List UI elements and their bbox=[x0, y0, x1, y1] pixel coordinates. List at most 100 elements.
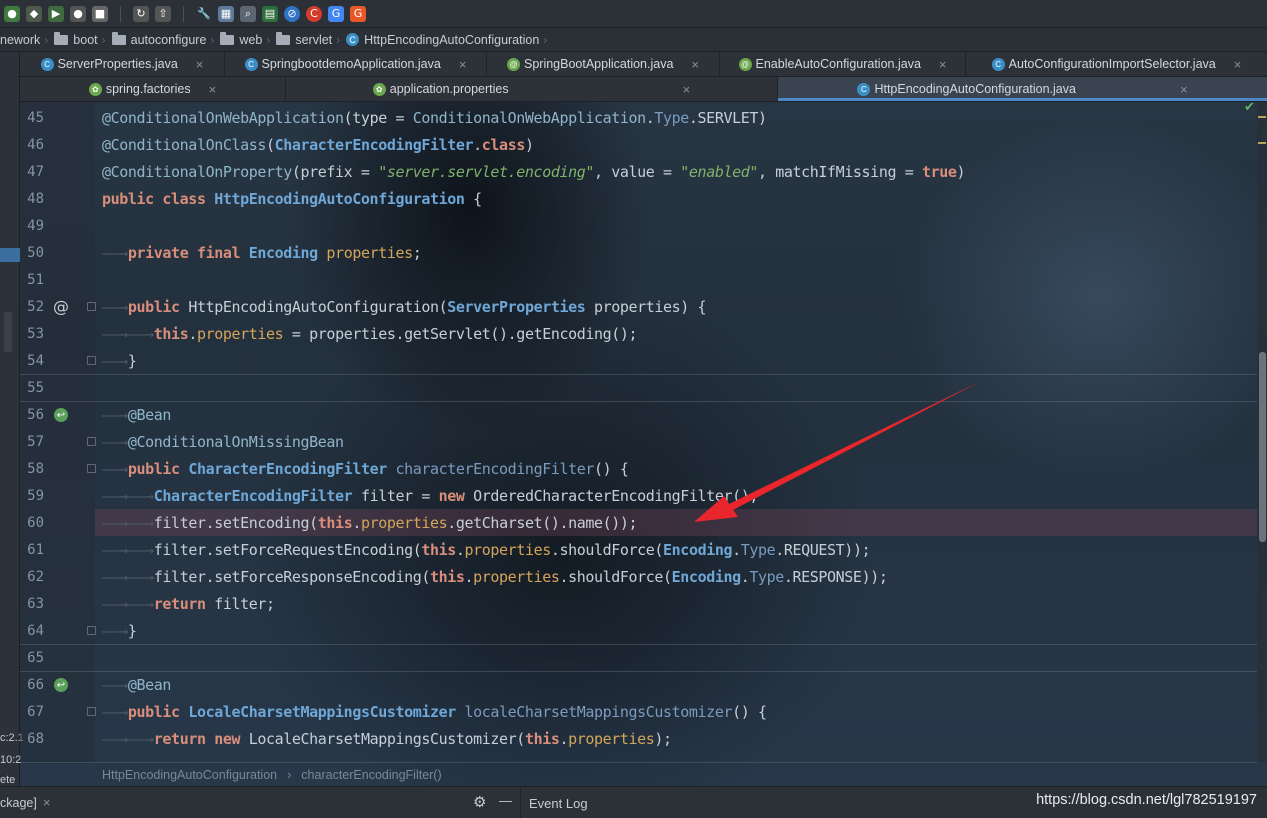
line-number: 68 bbox=[27, 730, 44, 747]
commit-icon[interactable]: ⇧ bbox=[155, 5, 171, 22]
line-number: 46 bbox=[27, 136, 44, 153]
debug-icon[interactable]: ◆ bbox=[26, 5, 42, 22]
tab-http-encoding-auto-configuration[interactable]: C HttpEncodingAutoConfiguration.java × bbox=[778, 77, 1267, 101]
editor-tabs-row-1: C ServerProperties.java × C Springbootde… bbox=[20, 52, 1267, 77]
editor-breadcrumb-class[interactable]: HttpEncodingAutoConfiguration bbox=[102, 768, 277, 782]
fold-marker[interactable] bbox=[87, 437, 96, 446]
line-number: 60 bbox=[27, 514, 44, 531]
profile-icon[interactable]: ● bbox=[70, 5, 86, 22]
breadcrumb-item[interactable]: nework bbox=[0, 33, 44, 47]
bean-gutter-icon[interactable]: ↩ bbox=[54, 678, 68, 692]
translate-icon[interactable]: G bbox=[328, 5, 344, 22]
tab-enable-auto-configuration[interactable]: @ EnableAutoConfiguration.java × bbox=[720, 52, 966, 76]
line-number: 61 bbox=[27, 541, 44, 558]
code-text: @ConditionalOnClass(CharacterEncodingFil… bbox=[102, 135, 534, 154]
editor-scrollbar[interactable] bbox=[1257, 102, 1267, 762]
tab-springbootdemo-application[interactable]: C SpringbootdemoApplication.java × bbox=[225, 52, 487, 76]
search-structure-icon[interactable]: ⌕ bbox=[240, 5, 256, 22]
line-number: 57 bbox=[27, 433, 44, 450]
bottom-left-label[interactable]: ckage] bbox=[0, 796, 37, 810]
scrollbar-thumb[interactable] bbox=[1259, 352, 1266, 542]
run-icon[interactable]: ● bbox=[4, 5, 20, 22]
navigation-breadcrumb: nework › boot › autoconfigure › web › se… bbox=[0, 28, 1267, 52]
coverage-icon[interactable]: ▶ bbox=[48, 5, 64, 22]
breadcrumb-item[interactable]: C HttpEncodingAutoConfiguration bbox=[340, 33, 543, 47]
code-editor[interactable]: 45 @ConditionalOnWebApplication(type = C… bbox=[20, 102, 1257, 762]
breadcrumb-item[interactable]: autoconfigure bbox=[106, 31, 211, 47]
tab-application-properties[interactable]: ✿ application.properties × bbox=[286, 77, 778, 101]
tab-label: AutoConfigurationImportSelector.java bbox=[1008, 57, 1216, 71]
tab-server-properties[interactable]: C ServerProperties.java × bbox=[20, 52, 225, 76]
editor-tabs-row-2: ✿ spring.factories × ✿ application.prope… bbox=[20, 77, 1267, 102]
strip-text: ete bbox=[0, 774, 16, 786]
wrench-icon[interactable]: 🔧 bbox=[196, 6, 212, 22]
line-number: 64 bbox=[27, 622, 44, 639]
terminal-icon[interactable]: ▤ bbox=[262, 5, 278, 22]
fold-marker[interactable] bbox=[87, 464, 96, 473]
tab-label: ServerProperties.java bbox=[57, 57, 178, 71]
tab-springboot-application[interactable]: @ SpringBootApplication.java × bbox=[487, 52, 720, 76]
close-icon[interactable]: × bbox=[1234, 57, 1242, 72]
tab-auto-configuration-import-selector[interactable]: C AutoConfigurationImportSelector.java × bbox=[966, 52, 1267, 76]
editor-breadcrumb-method[interactable]: characterEncodingFilter() bbox=[301, 768, 441, 782]
close-icon[interactable]: × bbox=[1180, 82, 1188, 97]
project-structure-icon[interactable]: ▦ bbox=[218, 5, 234, 22]
code-text: @ConditionalOnWebApplication(type = Cond… bbox=[102, 108, 767, 127]
breadcrumb-label: boot bbox=[73, 32, 98, 47]
code-text: ——→} bbox=[102, 621, 137, 640]
folder-icon bbox=[276, 31, 291, 45]
gear-icon[interactable]: ⚙ bbox=[473, 793, 486, 811]
close-icon[interactable]: × bbox=[691, 57, 699, 72]
minimize-icon[interactable]: — bbox=[499, 793, 512, 808]
line-number: 48 bbox=[27, 190, 44, 207]
code-line: 66 ↩ ——→@Bean bbox=[20, 671, 1257, 698]
event-log-label: Event Log bbox=[529, 795, 588, 811]
close-icon[interactable]: × bbox=[43, 795, 51, 810]
main-toolbar: ● ◆ ▶ ● ■ ↻ ⇧ 🔧 ▦ ⌕ ▤ ⊘ C G G bbox=[0, 0, 1267, 28]
close-icon[interactable]: × bbox=[939, 57, 947, 72]
translate-alt-icon[interactable]: G bbox=[350, 5, 366, 22]
scroll-handle[interactable] bbox=[4, 312, 12, 352]
toolbar-separator bbox=[120, 5, 121, 22]
update-icon[interactable]: ↻ bbox=[133, 5, 149, 22]
close-icon[interactable]: × bbox=[683, 82, 691, 97]
fold-marker[interactable] bbox=[87, 302, 96, 311]
browser-icon[interactable]: ⊘ bbox=[284, 5, 300, 22]
code-text: ——→——→filter.setEncoding(this.properties… bbox=[102, 513, 638, 532]
close-icon[interactable]: × bbox=[459, 57, 467, 72]
fold-marker[interactable] bbox=[87, 626, 96, 635]
close-icon[interactable]: × bbox=[196, 57, 204, 72]
breadcrumb-item[interactable]: boot bbox=[48, 31, 101, 47]
strip-text: 10:2 bbox=[0, 754, 22, 766]
breadcrumb-item[interactable]: web bbox=[214, 31, 266, 47]
code-line-highlighted: 60 ——→——→filter.setEncoding(this.propert… bbox=[20, 509, 1257, 536]
annotation-icon: @ bbox=[507, 57, 520, 71]
line-number: 62 bbox=[27, 568, 44, 585]
tab-spring-factories[interactable]: ✿ spring.factories × bbox=[20, 77, 286, 101]
class-icon: C bbox=[244, 57, 258, 71]
bean-gutter-icon[interactable]: ↩ bbox=[54, 408, 68, 422]
code-text: ——→——→filter.setForceResponseEncoding(th… bbox=[102, 567, 888, 586]
code-line: 59 ——→——→CharacterEncodingFilter filter … bbox=[20, 482, 1257, 509]
breadcrumb-label: web bbox=[239, 32, 263, 47]
breadcrumb-label: servlet bbox=[295, 32, 333, 47]
fold-marker[interactable] bbox=[87, 356, 96, 365]
left-tool-strip: c:2.1 10:2 ete bbox=[0, 52, 24, 818]
chrome-red-icon[interactable]: C bbox=[306, 5, 322, 22]
stop-icon[interactable]: ■ bbox=[92, 5, 108, 22]
code-line: 50 ——→private final Encoding properties; bbox=[20, 239, 1257, 266]
code-line: 53 ——→——→this.properties = properties.ge… bbox=[20, 320, 1257, 347]
warning-marker[interactable] bbox=[1258, 116, 1266, 118]
event-log-tab[interactable]: Event Log bbox=[520, 787, 588, 818]
editor-breadcrumb: HttpEncodingAutoConfiguration › characte… bbox=[20, 762, 1257, 786]
breadcrumb-label: nework bbox=[0, 32, 41, 47]
fold-marker[interactable] bbox=[87, 707, 96, 716]
annotation-icon: @ bbox=[738, 57, 752, 71]
code-line: 52 @ ——→public HttpEncodingAutoConfigura… bbox=[20, 293, 1257, 320]
annotation-gutter-icon[interactable]: @ bbox=[52, 297, 70, 316]
breadcrumb-item[interactable]: servlet bbox=[270, 31, 336, 47]
close-icon[interactable]: × bbox=[209, 82, 217, 97]
code-text: ——→——→this.properties = properties.getSe… bbox=[102, 324, 638, 343]
spring-icon: ✿ bbox=[88, 82, 102, 96]
warning-marker[interactable] bbox=[1258, 142, 1266, 144]
